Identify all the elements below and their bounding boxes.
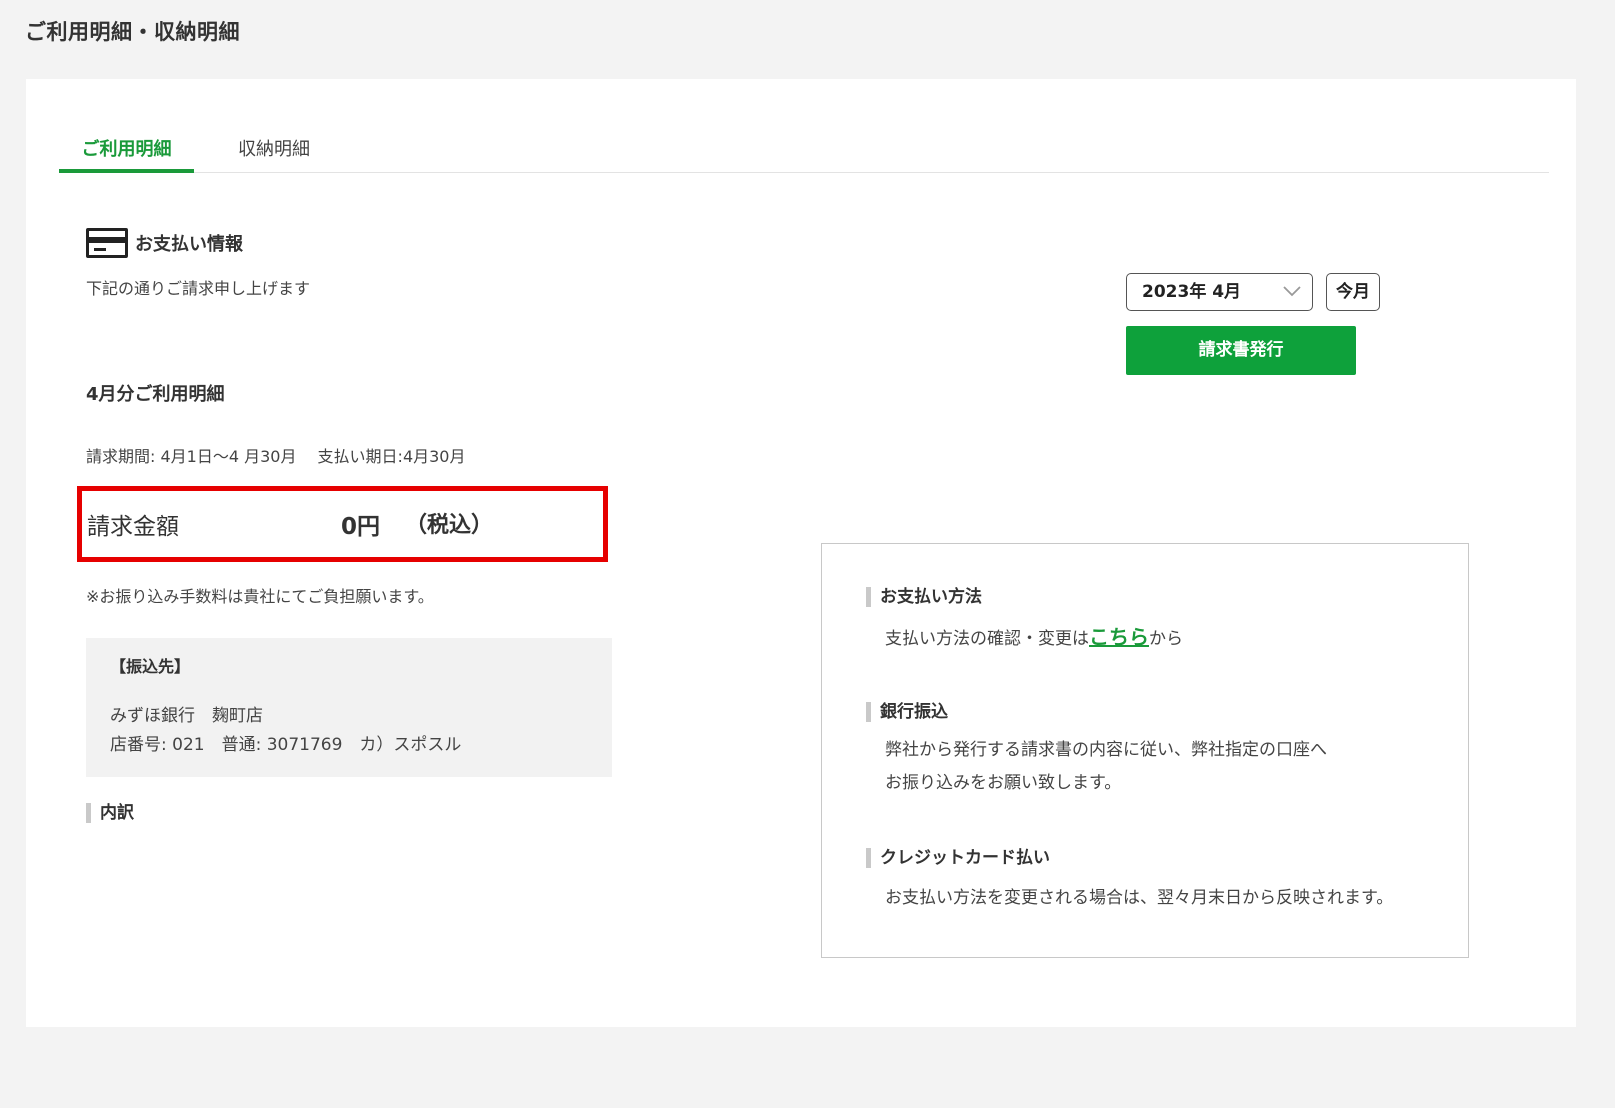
bank-transfer-heading: 銀行振込 xyxy=(866,701,948,723)
month-select[interactable]: 2023年 4月 xyxy=(1126,273,1313,311)
payment-method-text-after: から xyxy=(1149,629,1183,649)
payment-method-text: 支払い方法の確認・変更はこちらから xyxy=(885,621,1183,650)
billing-period: 請求期間: 4月1日〜4 月30月 支払い期日:4月30月 xyxy=(86,447,466,466)
bank-heading: 【振込先】 xyxy=(110,657,191,676)
transfer-fee-note: ※お振り込み手数料は貴社にてご負担願います。 xyxy=(86,587,434,606)
bank-account: 店番号: 021 普通: 3071769 カ）スポスル xyxy=(110,735,462,755)
billing-amount-tax: （税込） xyxy=(405,513,494,538)
bank-transfer-text-1: 弊社から発行する請求書の内容に従い、弊社指定の口座へ xyxy=(885,740,1327,760)
bank-transfer-text-2: お振り込みをお願い致します。 xyxy=(885,773,1122,793)
tab-bar: ご利用明細 収納明細 xyxy=(59,127,1549,173)
payment-info-header: お支払い情報 xyxy=(86,228,243,258)
issue-invoice-button[interactable]: 請求書発行 xyxy=(1126,326,1356,375)
billing-amount-box: 請求金額 0円 （税込） xyxy=(77,486,608,562)
bank-name: みずほ銀行 麹町店 xyxy=(110,706,263,726)
credit-card-text: お支払い方法を変更される場合は、翌々月末日から反映されます。 xyxy=(885,888,1394,908)
billing-amount-label: 請求金額 xyxy=(87,514,179,540)
payment-info-subtitle: 下記の通りご請求申し上げます xyxy=(86,279,311,298)
credit-card-icon xyxy=(86,228,128,258)
payment-method-change-link[interactable]: こちら xyxy=(1089,625,1149,649)
payment-method-text-before: 支払い方法の確認・変更は xyxy=(885,629,1089,649)
tab-receipt-details[interactable]: 収納明細 xyxy=(214,127,334,173)
usage-heading: 4月分ご利用明細 xyxy=(86,384,225,405)
breakdown-heading: 内訳 xyxy=(86,802,134,824)
this-month-button[interactable]: 今月 xyxy=(1326,273,1380,311)
payment-method-heading: お支払い方法 xyxy=(866,586,982,608)
page-title: ご利用明細・収納明細 xyxy=(25,20,240,44)
chevron-down-icon xyxy=(1283,286,1301,297)
billing-amount-value: 0円 xyxy=(341,514,381,540)
payment-info-title: お支払い情報 xyxy=(135,234,243,255)
month-select-value: 2023年 4月 xyxy=(1142,282,1242,302)
main-card: ご利用明細 収納明細 お支払い情報 下記の通りご請求申し上げます 2023年 4… xyxy=(26,79,1576,1027)
payment-methods-panel: お支払い方法 支払い方法の確認・変更はこちらから 銀行振込 弊社から発行する請求… xyxy=(821,543,1469,958)
credit-card-heading: クレジットカード払い xyxy=(866,847,1050,869)
tab-usage-details[interactable]: ご利用明細 xyxy=(59,127,194,173)
bank-transfer-info: 【振込先】 みずほ銀行 麹町店 店番号: 021 普通: 3071769 カ）ス… xyxy=(86,638,612,777)
